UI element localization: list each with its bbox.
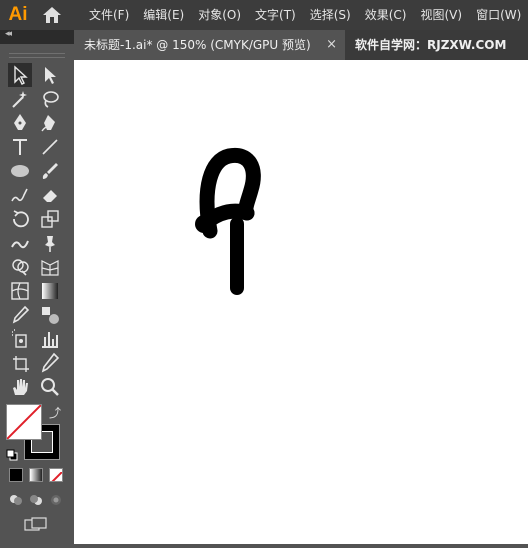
line-segment-tool-icon[interactable] [38, 135, 62, 159]
app-logo: Ai [8, 4, 28, 25]
artboard-canvas[interactable] [74, 60, 528, 544]
eraser-tool-icon[interactable] [38, 183, 62, 207]
menu-view[interactable]: 视图(V) [413, 0, 469, 30]
tools-panel-header: ◂◂ [0, 29, 74, 44]
default-colors-icon[interactable] [6, 446, 18, 461]
menu-window[interactable]: 窗口(W) [469, 0, 528, 30]
blend-tool-icon[interactable] [38, 303, 62, 327]
drawn-path-artwork [195, 147, 261, 295]
perspective-grid-tool-icon[interactable] [38, 255, 62, 279]
gradient-tool-icon[interactable] [38, 279, 62, 303]
shaper-tool-icon[interactable] [8, 183, 32, 207]
collapse-icon[interactable]: ◂◂ [5, 29, 12, 39]
menu-select[interactable]: 选择(S) [303, 0, 358, 30]
ellipse-tool-icon[interactable] [8, 159, 32, 183]
document-tab[interactable]: 未标题-1.ai* @ 150% (CMYK/GPU 预览) × [74, 30, 345, 60]
artboard-tool-icon[interactable] [8, 351, 32, 375]
none-mode-button[interactable] [49, 468, 63, 482]
gradient-mode-button[interactable] [29, 468, 43, 482]
magic-wand-tool-icon[interactable] [8, 87, 32, 111]
zoom-tool-icon[interactable] [38, 375, 62, 399]
selection-tool-icon[interactable] [8, 63, 32, 87]
menu-edit[interactable]: 编辑(E) [136, 0, 191, 30]
pen-tool-icon[interactable] [8, 111, 32, 135]
mesh-tool-icon[interactable] [8, 279, 32, 303]
menu-object[interactable]: 对象(O) [191, 0, 248, 30]
curvature-tool-icon[interactable] [38, 111, 62, 135]
puppet-warp-tool-icon[interactable] [38, 231, 62, 255]
swap-fill-stroke-icon[interactable]: ⤴ [49, 404, 61, 421]
scale-tool-icon[interactable] [38, 207, 62, 231]
column-graph-tool-icon[interactable] [38, 327, 62, 351]
color-mode-button[interactable] [9, 468, 23, 482]
close-icon[interactable]: × [326, 30, 337, 60]
screen-mode-icon[interactable] [24, 516, 48, 531]
draw-normal-icon[interactable] [8, 492, 24, 506]
document-tab-title: 未标题-1.ai* @ 150% (CMYK/GPU 预览) [84, 38, 311, 52]
draw-inside-icon[interactable] [48, 492, 64, 506]
menu-type[interactable]: 文字(T) [248, 0, 303, 30]
draw-behind-icon[interactable] [28, 492, 44, 506]
menu-effect[interactable]: 效果(C) [358, 0, 414, 30]
symbol-sprayer-tool-icon[interactable] [8, 327, 32, 351]
type-tool-icon[interactable] [8, 135, 32, 159]
warp-tool-icon[interactable] [8, 231, 32, 255]
paintbrush-tool-icon[interactable] [38, 159, 62, 183]
direct-selection-tool-icon[interactable] [38, 63, 62, 87]
menu-bar: Ai 文件(F) 编辑(E) 对象(O) 文字(T) 选择(S) 效果(C) 视… [0, 0, 528, 30]
slice-tool-icon[interactable] [38, 351, 62, 375]
panel-grip[interactable] [9, 53, 65, 58]
hand-tool-icon[interactable] [8, 375, 32, 399]
menu-file[interactable]: 文件(F) [82, 0, 136, 30]
home-icon[interactable] [40, 5, 64, 25]
main-menu: 文件(F) 编辑(E) 对象(O) 文字(T) 选择(S) 效果(C) 视图(V… [82, 0, 528, 30]
lasso-tool-icon[interactable] [38, 87, 62, 111]
watermark-tab: 软件自学网：RJZXW.COM [355, 38, 507, 52]
shape-builder-tool-icon[interactable] [8, 255, 32, 279]
rotate-tool-icon[interactable] [8, 207, 32, 231]
eyedropper-tool-icon[interactable] [8, 303, 32, 327]
fill-swatch[interactable] [6, 404, 42, 440]
